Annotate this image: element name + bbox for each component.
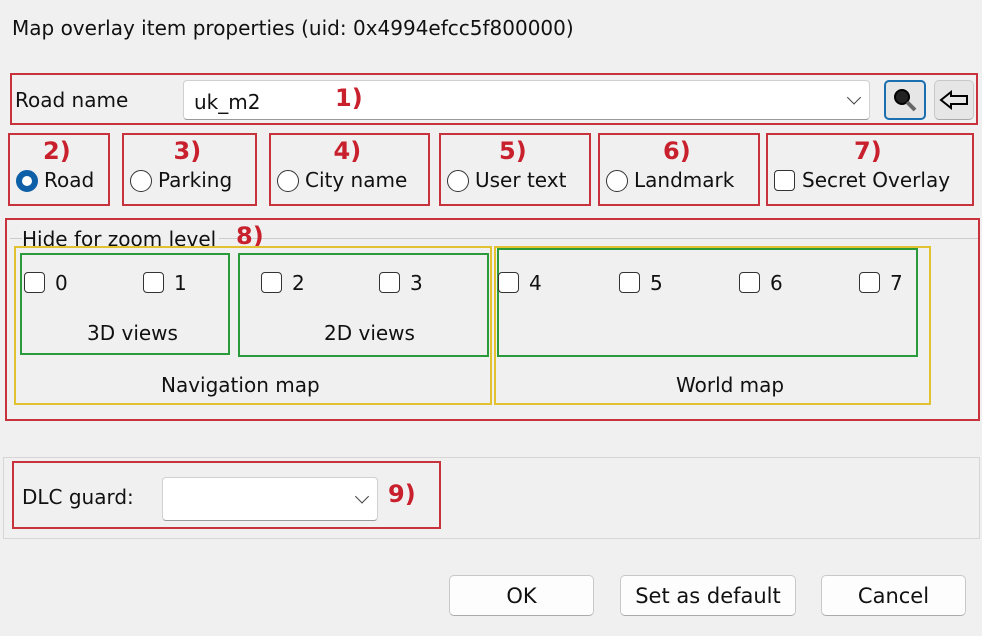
chevron-down-icon (846, 90, 862, 105)
marker: 7) (854, 137, 882, 165)
marker-9: 9) (388, 480, 416, 508)
type-option-landmark[interactable]: 6) Landmark (598, 133, 760, 206)
zoom-level-label: 7 (890, 271, 903, 295)
marker: 5) (499, 137, 527, 165)
zoom-level-label: 4 (529, 271, 542, 295)
type-option-label: Secret Overlay (802, 168, 951, 192)
views-3d-label: 3D views (87, 321, 178, 345)
magnifier-icon (894, 89, 917, 112)
ok-button[interactable]: OK (449, 575, 594, 616)
views-2d-label: 2D views (324, 321, 415, 345)
radio-button[interactable] (16, 170, 38, 192)
road-name-label: Road name (15, 88, 129, 112)
zoom-level-label: 0 (55, 271, 68, 295)
marker-1: 1) (335, 84, 363, 112)
zoom-level-label: 6 (770, 271, 783, 295)
type-option-parking[interactable]: 3) Parking (122, 133, 257, 206)
set-as-default-button[interactable]: Set as default (620, 575, 796, 616)
zoom-level-label: 3 (410, 271, 423, 295)
dlc-guard-combo[interactable] (162, 477, 378, 521)
marker: 6) (663, 137, 691, 165)
world-views-group (497, 248, 918, 357)
dlc-guard-label: DLC guard: (22, 485, 134, 509)
radio-button[interactable] (130, 170, 152, 192)
type-option-secret-overlay[interactable]: 7) Secret Overlay (766, 133, 974, 206)
zoom-level-checkbox-4[interactable] (498, 272, 519, 293)
zoom-level-checkbox-6[interactable] (739, 272, 760, 293)
navigation-map-label: Navigation map (161, 373, 320, 397)
marker: 3) (173, 137, 202, 165)
type-option-label: City name (305, 168, 408, 192)
zoom-level-label: 5 (650, 271, 663, 295)
zoom-level-checkbox-2[interactable] (261, 272, 282, 293)
type-option-user-text[interactable]: 5) User text (439, 133, 591, 206)
zoom-level-checkbox-7[interactable] (859, 272, 880, 293)
type-option-label: Landmark (634, 168, 735, 192)
marker: 2) (43, 137, 71, 165)
window-title: Map overlay item properties (uid: 0x4994… (12, 16, 574, 40)
radio-button[interactable] (447, 170, 469, 192)
chevron-down-icon (354, 489, 370, 504)
type-option-label: Road (44, 168, 95, 192)
type-option-city-name[interactable]: 4) City name (269, 133, 430, 206)
road-name-combo[interactable]: uk_m2 (183, 80, 870, 120)
road-name-value: uk_m2 (194, 90, 261, 114)
zoom-level-checkbox-1[interactable] (143, 272, 164, 293)
marker: 4) (333, 137, 362, 165)
radio-button[interactable] (606, 170, 628, 192)
zoom-level-checkbox-3[interactable] (379, 272, 400, 293)
type-option-label: User text (475, 168, 567, 192)
checkbox[interactable] (774, 170, 795, 191)
world-map-label: World map (676, 373, 785, 397)
zoom-level-checkbox-0[interactable] (24, 272, 45, 293)
back-button[interactable] (934, 80, 974, 120)
cancel-button[interactable]: Cancel (821, 575, 966, 616)
zoom-level-checkbox-5[interactable] (619, 272, 640, 293)
arrow-left-icon (939, 90, 968, 110)
radio-button[interactable] (277, 170, 299, 192)
type-option-road[interactable]: 2) Road (8, 133, 110, 206)
type-option-label: Parking (158, 168, 233, 192)
zoom-level-label: 1 (174, 271, 187, 295)
search-button[interactable] (884, 80, 926, 120)
zoom-level-label: 2 (292, 271, 305, 295)
